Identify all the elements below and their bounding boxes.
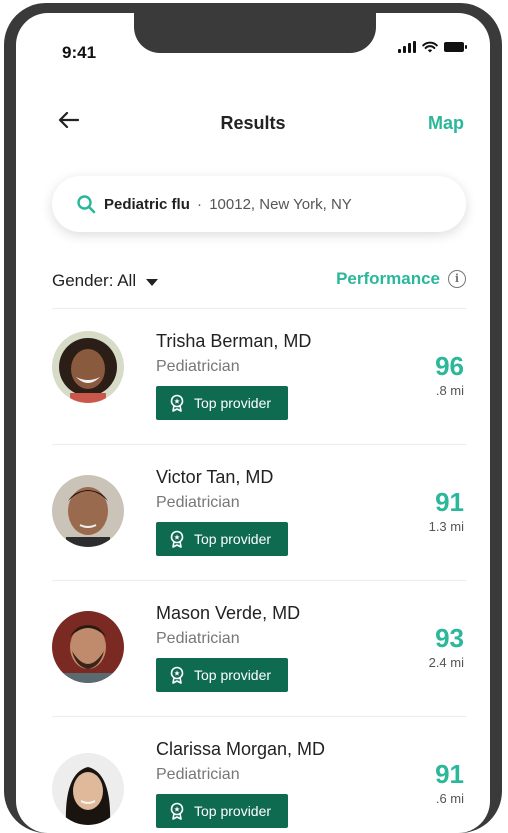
award-ribbon-icon bbox=[170, 394, 184, 412]
phone-frame: 9:41 Results Map Pediatric flu · 10012, … bbox=[4, 3, 502, 833]
provider-row[interactable]: Clarissa Morgan, MD Pediatrician Top pro… bbox=[16, 717, 490, 833]
badge-label: Top provider bbox=[194, 395, 272, 411]
provider-specialty: Pediatrician bbox=[156, 358, 240, 375]
avatar bbox=[52, 331, 124, 403]
performance-score: 91 bbox=[435, 759, 464, 789]
badge-label: Top provider bbox=[194, 667, 272, 683]
provider-row[interactable]: Mason Verde, MD Pediatrician Top provide… bbox=[16, 581, 490, 717]
provider-name[interactable]: Victor Tan, MD bbox=[156, 467, 273, 488]
search-separator: · bbox=[197, 195, 203, 213]
info-icon[interactable]: i bbox=[448, 270, 466, 288]
phone-screen: 9:41 Results Map Pediatric flu · 10012, … bbox=[16, 13, 490, 833]
wifi-icon bbox=[422, 41, 438, 53]
status-icons bbox=[398, 41, 467, 53]
provider-name[interactable]: Trisha Berman, MD bbox=[156, 331, 311, 352]
search-summary: Pediatric flu · 10012, New York, NY bbox=[104, 196, 352, 213]
provider-distance: .6 mi bbox=[435, 791, 464, 806]
top-provider-badge: Top provider bbox=[156, 658, 288, 692]
performance-label[interactable]: Performance bbox=[336, 269, 440, 289]
avatar bbox=[52, 611, 124, 683]
badge-label: Top provider bbox=[194, 531, 272, 547]
status-time: 9:41 bbox=[62, 43, 97, 62]
avatar bbox=[52, 753, 124, 825]
award-ribbon-icon bbox=[170, 802, 184, 820]
provider-name[interactable]: Clarissa Morgan, MD bbox=[156, 739, 325, 760]
top-provider-badge: Top provider bbox=[156, 386, 288, 420]
provider-distance: 1.3 mi bbox=[428, 519, 464, 534]
battery-icon bbox=[444, 42, 467, 52]
page-title: Results bbox=[220, 113, 286, 133]
top-provider-badge: Top provider bbox=[156, 794, 288, 828]
search-query: Pediatric flu bbox=[104, 195, 190, 213]
avatar bbox=[52, 475, 124, 547]
search-location: 10012, New York, NY bbox=[209, 195, 352, 213]
award-ribbon-icon bbox=[170, 666, 184, 684]
provider-specialty: Pediatrician bbox=[156, 630, 240, 647]
award-ribbon-icon bbox=[170, 530, 184, 548]
performance-sort[interactable]: Performance i bbox=[336, 269, 466, 289]
map-button[interactable]: Map bbox=[428, 113, 464, 134]
caret-down-icon bbox=[146, 278, 159, 286]
gender-filter-label: Gender: All bbox=[52, 271, 137, 290]
provider-specialty: Pediatrician bbox=[156, 766, 240, 783]
performance-score: 93 bbox=[435, 623, 464, 653]
provider-distance: 2.4 mi bbox=[428, 655, 464, 670]
provider-specialty: Pediatrician bbox=[156, 494, 240, 511]
provider-row[interactable]: Trisha Berman, MD Pediatrician Top provi… bbox=[16, 309, 490, 445]
performance-score: 91 bbox=[435, 487, 464, 517]
provider-name[interactable]: Mason Verde, MD bbox=[156, 603, 300, 624]
provider-row[interactable]: Victor Tan, MD Pediatrician Top provider… bbox=[16, 445, 490, 581]
cellular-signal-icon bbox=[398, 41, 416, 53]
performance-score: 96 bbox=[435, 351, 464, 381]
phone-notch bbox=[134, 13, 376, 53]
top-provider-badge: Top provider bbox=[156, 522, 288, 556]
search-bar[interactable]: Pediatric flu · 10012, New York, NY bbox=[52, 176, 466, 232]
gender-filter-dropdown[interactable]: Gender: All bbox=[52, 271, 159, 291]
provider-distance: .8 mi bbox=[435, 383, 464, 398]
search-icon bbox=[77, 195, 96, 214]
